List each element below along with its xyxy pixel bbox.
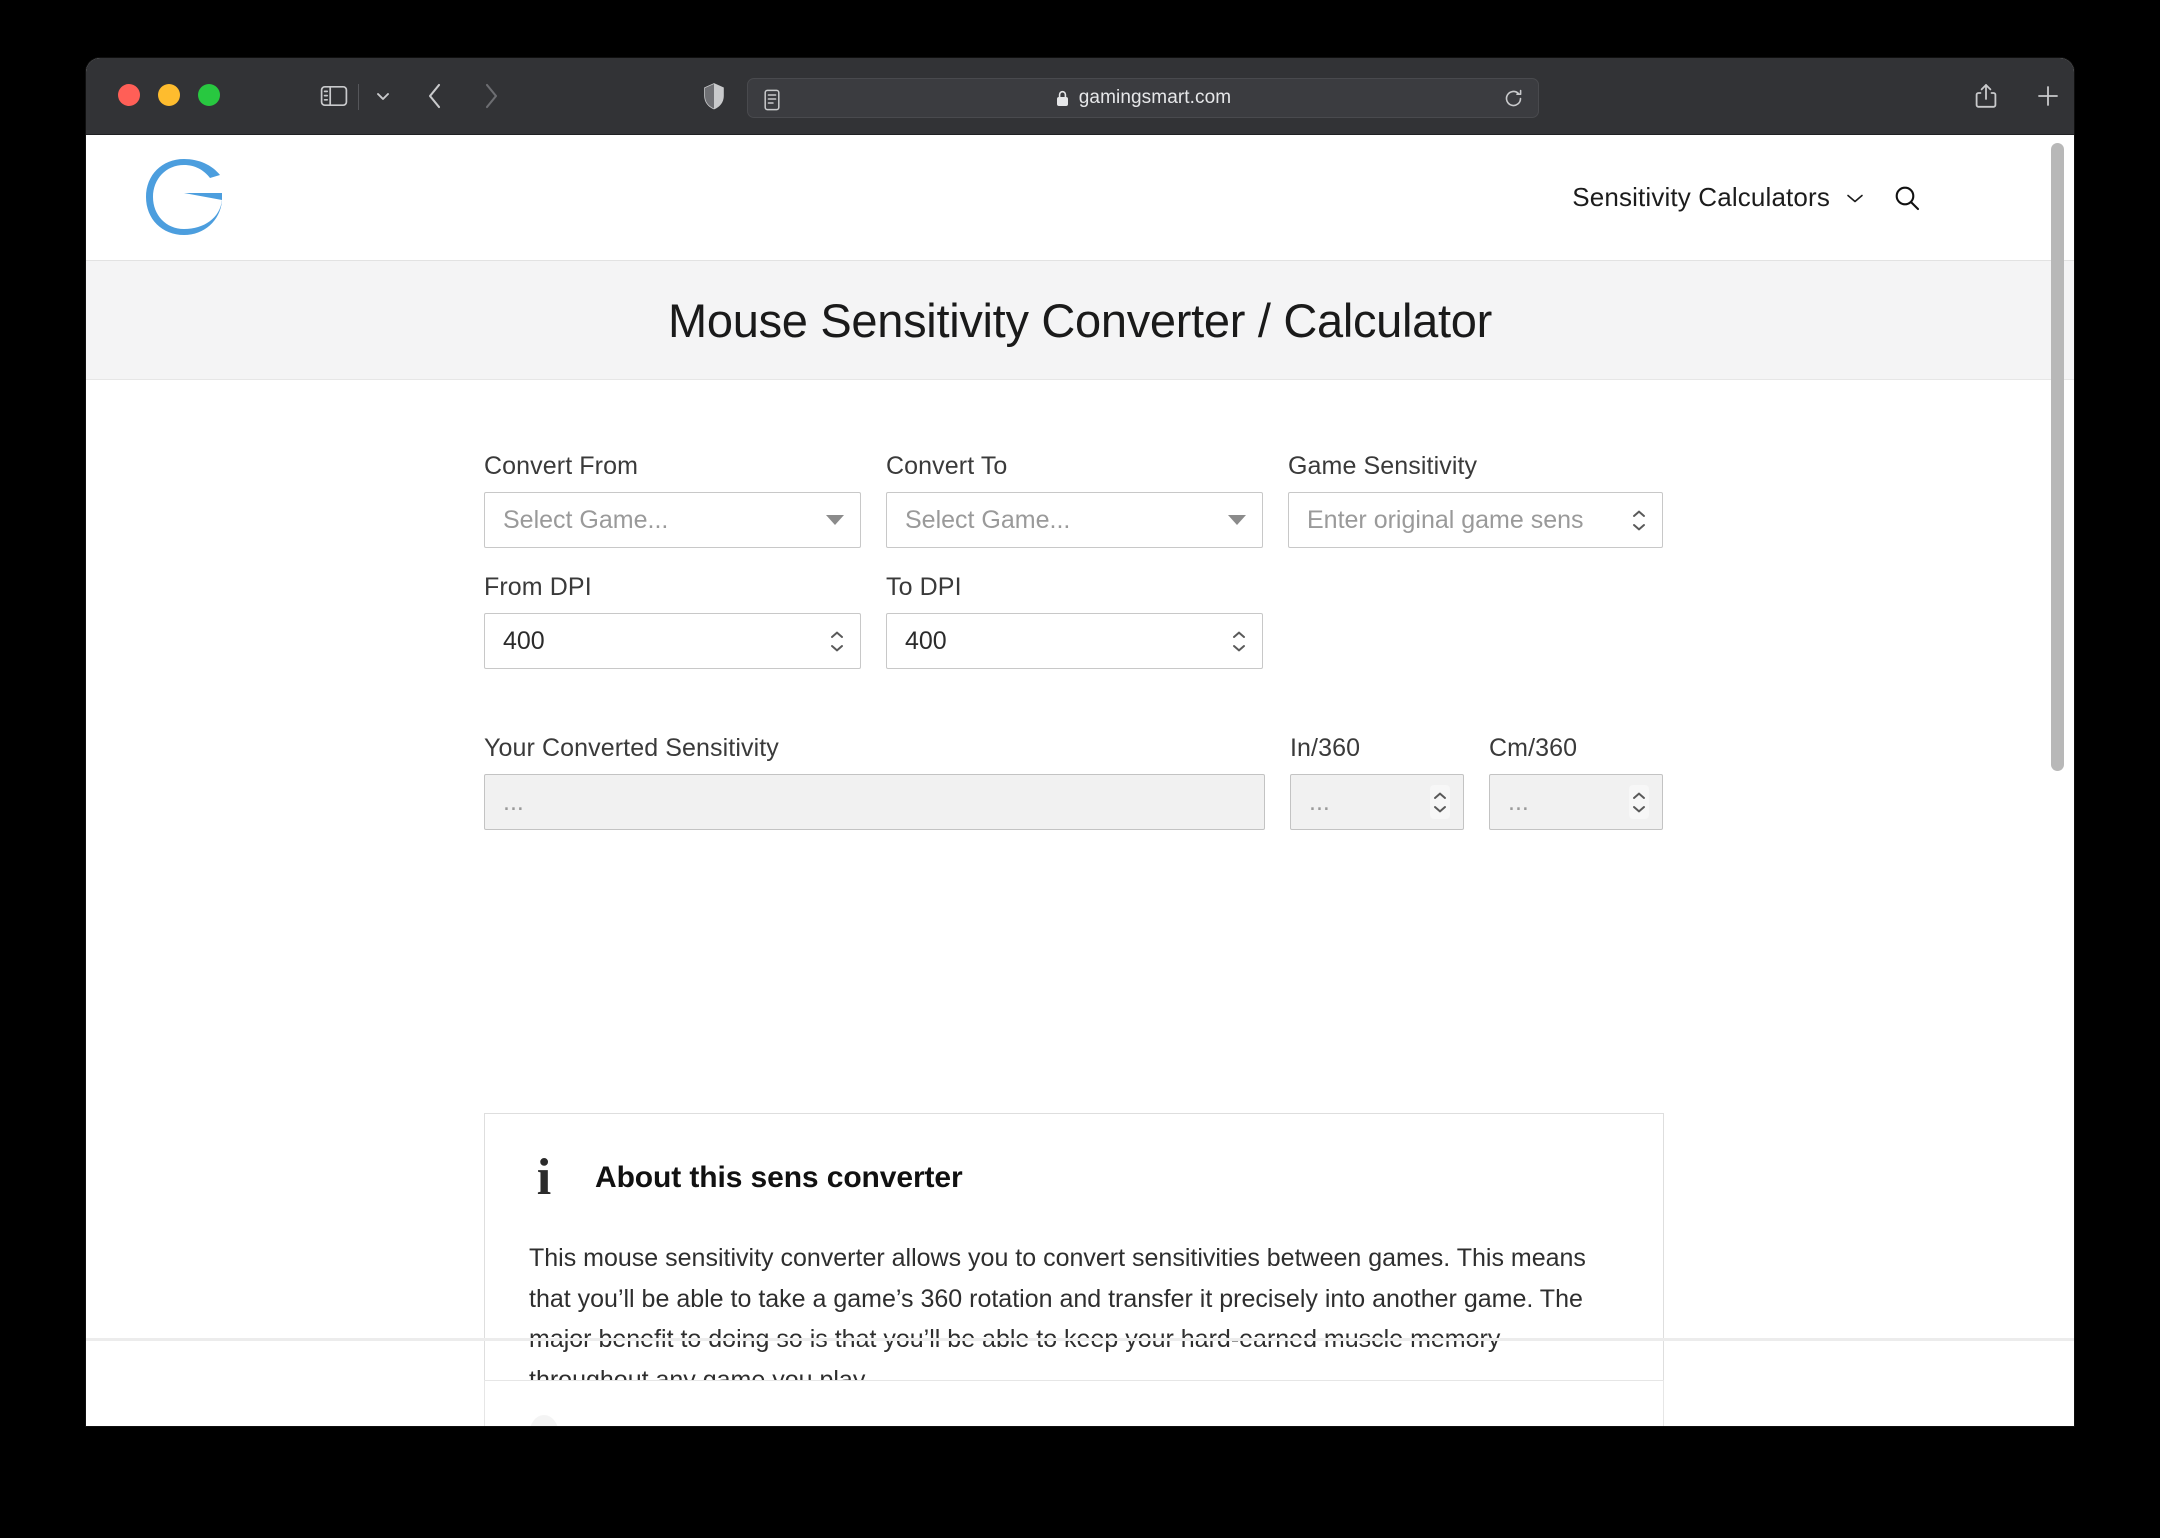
address-bar[interactable]: gamingsmart.com [747,78,1539,118]
cm-360-label: Cm/360 [1489,734,1663,763]
maximize-window-button[interactable] [198,84,220,106]
question-icon [529,1415,559,1426]
stepper-up-icon[interactable] [1432,791,1448,801]
browser-toolbar: gamingsmart.com [86,58,2074,135]
forward-arrow-icon[interactable] [468,58,514,134]
from-dpi-input[interactable]: 400 [484,613,861,669]
back-arrow-icon[interactable] [412,58,458,134]
game-sensitivity-stepper[interactable] [1629,503,1649,537]
stepper-up-icon[interactable] [829,630,845,640]
form-row-games: Convert From Select Game... Convert To S… [484,452,1664,548]
privacy-shield-icon[interactable] [694,58,734,134]
converted-sensitivity-placeholder: ... [503,788,524,817]
stepper-up-icon[interactable] [1231,630,1247,640]
in-360-placeholder: ... [1309,788,1330,817]
convert-from-label: Convert From [484,452,861,481]
nav-sensitivity-calculators[interactable]: Sensitivity Calculators [1572,182,1866,213]
field-from-dpi: From DPI 400 [484,573,861,669]
stepper-down-icon[interactable] [829,643,845,653]
next-card-header [529,1415,1619,1426]
page-title: Mouse Sensitivity Converter / Calculator [668,293,1492,348]
from-dpi-stepper[interactable] [827,624,847,658]
field-cm-360: Cm/360 ... [1489,734,1663,830]
converted-sensitivity-output: ... [484,774,1265,830]
about-card-title: About this sens converter [595,1161,963,1195]
next-card [484,1380,1664,1426]
chevron-down-icon [1228,515,1246,525]
sidebar-chevron-down-icon[interactable] [366,58,400,134]
share-icon[interactable] [1962,58,2010,134]
in-360-label: In/360 [1290,734,1464,763]
from-dpi-label: From DPI [484,573,861,602]
converter-form: Convert From Select Game... Convert To S… [484,452,1664,830]
page-content: Convert From Select Game... Convert To S… [86,380,2074,1426]
stepper-up-icon[interactable] [1631,509,1647,519]
cm-360-placeholder: ... [1508,788,1529,817]
cm-360-stepper[interactable] [1629,785,1649,819]
close-window-button[interactable] [118,84,140,106]
to-dpi-label: To DPI [886,573,1263,602]
toolbar-divider [358,84,359,110]
site-nav: Sensitivity Calculators [1572,135,1922,260]
url-text-group: gamingsmart.com [748,87,1538,109]
stepper-down-icon[interactable] [1432,804,1448,814]
section-divider [86,1338,2074,1341]
site-header: Sensitivity Calculators [86,135,2074,261]
sidebar-toggle-icon[interactable] [311,58,357,134]
stepper-down-icon[interactable] [1631,804,1647,814]
form-row-results: Your Converted Sensitivity ... In/360 ..… [484,734,1664,830]
search-icon[interactable] [1892,183,1922,213]
game-sensitivity-label: Game Sensitivity [1288,452,1663,481]
info-icon: i [529,1152,559,1204]
minimize-window-button[interactable] [158,84,180,106]
to-dpi-value: 400 [905,627,947,656]
game-sensitivity-input[interactable]: Enter original game sens [1288,492,1663,548]
cm-360-output[interactable]: ... [1489,774,1663,830]
chevron-down-icon [826,515,844,525]
screen: gamingsmart.com [0,0,2160,1538]
nav-label: Sensitivity Calculators [1572,182,1830,213]
reload-icon[interactable] [1503,88,1524,114]
field-converted-sensitivity: Your Converted Sensitivity ... [484,734,1265,830]
stepper-up-icon[interactable] [1631,791,1647,801]
convert-to-label: Convert To [886,452,1263,481]
field-convert-from: Convert From Select Game... [484,452,861,548]
in-360-stepper[interactable] [1430,785,1450,819]
converted-sensitivity-label: Your Converted Sensitivity [484,734,1265,763]
convert-from-select[interactable]: Select Game... [484,492,861,548]
field-convert-to: Convert To Select Game... [886,452,1263,548]
about-card-body: This mouse sensitivity converter allows … [529,1238,1619,1400]
stepper-down-icon[interactable] [1231,643,1247,653]
convert-from-placeholder: Select Game... [503,506,668,535]
page-scrollbar[interactable] [2051,143,2064,771]
convert-to-select[interactable]: Select Game... [886,492,1263,548]
site-logo[interactable] [141,153,227,241]
convert-to-placeholder: Select Game... [905,506,1070,535]
browser-window: gamingsmart.com [86,58,2074,1426]
page-title-band: Mouse Sensitivity Converter / Calculator [86,261,2074,380]
form-row-dpi: From DPI 400 [484,573,1664,669]
plus-icon[interactable] [2024,58,2072,134]
lock-icon [1055,89,1070,108]
to-dpi-stepper[interactable] [1229,624,1249,658]
url-text: gamingsmart.com [1079,87,1232,109]
field-in-360: In/360 ... [1290,734,1464,830]
field-game-sensitivity: Game Sensitivity Enter original game sen… [1288,452,1663,548]
to-dpi-input[interactable]: 400 [886,613,1263,669]
in-360-output[interactable]: ... [1290,774,1464,830]
about-card-header: i About this sens converter [529,1152,1619,1204]
chevron-down-icon [1844,191,1866,205]
window-controls [118,84,220,106]
game-sensitivity-placeholder: Enter original game sens [1307,506,1584,535]
from-dpi-value: 400 [503,627,545,656]
stepper-down-icon[interactable] [1631,522,1647,532]
field-to-dpi: To DPI 400 [886,573,1263,669]
page-viewport: Sensitivity Calculators [86,135,2074,1426]
